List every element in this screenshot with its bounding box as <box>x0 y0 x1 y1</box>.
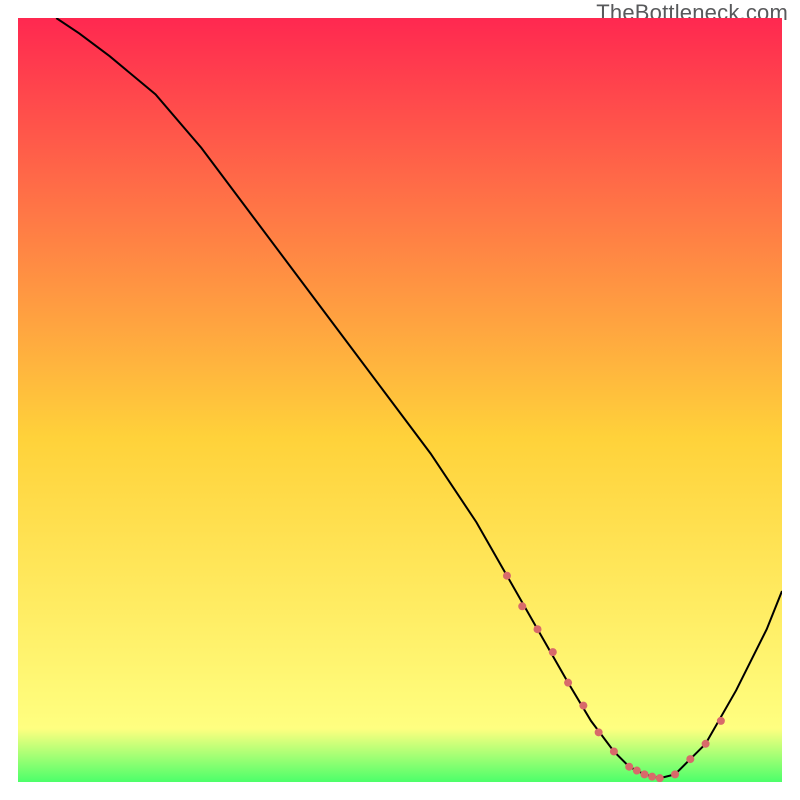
gradient-background <box>18 18 782 782</box>
chart-svg <box>18 18 782 782</box>
highlight-dot <box>579 702 587 710</box>
highlight-dot <box>671 770 679 778</box>
chart-container: TheBottleneck.com <box>0 0 800 800</box>
highlight-dot <box>633 767 641 775</box>
highlight-dot <box>717 717 725 725</box>
highlight-dot <box>534 625 542 633</box>
highlight-dot <box>610 747 618 755</box>
highlight-dot <box>549 648 557 656</box>
highlight-dot <box>625 763 633 771</box>
plot-area <box>18 18 782 782</box>
highlight-dot <box>648 773 656 781</box>
highlight-dot <box>686 755 694 763</box>
highlight-dot <box>702 740 710 748</box>
highlight-dot <box>595 728 603 736</box>
highlight-dot <box>518 602 526 610</box>
highlight-dot <box>564 679 572 687</box>
highlight-dot <box>656 774 664 782</box>
highlight-dot <box>640 770 648 778</box>
highlight-dot <box>503 572 511 580</box>
